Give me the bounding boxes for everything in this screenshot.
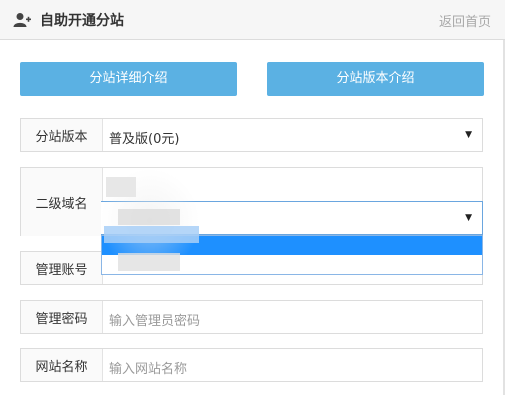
site-versions-button[interactable]: 分站版本介绍 [267,62,484,96]
site-name-label: 网站名称 [21,349,103,381]
page-title: 自助开通分站 [40,13,124,29]
redacted-block [106,177,136,197]
version-label: 分站版本 [21,119,103,151]
account-label: 管理账号 [21,252,103,284]
domain-label: 二级域名 [21,168,103,236]
version-value: 普及版(0元) [109,132,180,147]
back-home-link[interactable]: 返回首页 [439,11,491,30]
password-field[interactable]: 管理密码 输入管理员密码 [20,300,483,334]
site-name-field[interactable]: 网站名称 输入网站名称 [20,348,483,382]
caret-down-icon: ▼ [465,213,472,223]
redacted-block [118,253,180,271]
site-name-input[interactable]: 输入网站名称 [109,358,187,377]
panel-header: 自助开通分站 返回首页 [0,0,505,40]
redacted-block [118,209,180,225]
password-input[interactable]: 输入管理员密码 [109,310,200,329]
caret-down-icon: ▼ [465,130,472,140]
version-select[interactable]: 分站版本 普及版(0元) ▼ [20,118,483,152]
user-plus-icon [13,13,31,27]
site-details-button[interactable]: 分站详细介绍 [20,62,237,96]
redacted-block [104,226,199,243]
password-label: 管理密码 [21,301,103,333]
